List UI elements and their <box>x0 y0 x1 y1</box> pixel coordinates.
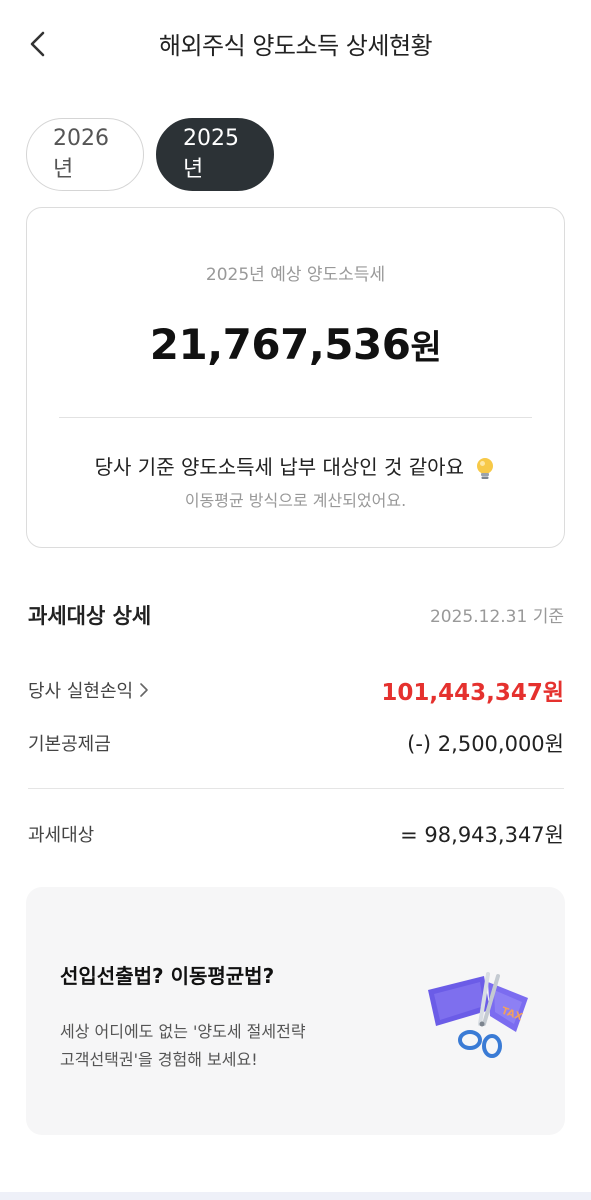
tab-2025[interactable]: 2025년 <box>156 118 274 191</box>
row-label-container: 당사 실현손익 <box>28 677 149 703</box>
reference-date: 2025.12.31 기준 <box>429 607 564 627</box>
taxable-amount-label: 과세대상 <box>28 825 95 846</box>
page-title: 해외주식 양도소득 상세현황 <box>158 32 433 60</box>
promo-description-line2: 고객선택권'을 경험해 보세요! <box>60 1050 258 1069</box>
basic-deduction-value: (-) 2,500,000원 <box>407 732 564 756</box>
chevron-right-icon <box>140 683 148 697</box>
section-title: 과세대상 상세 <box>28 604 152 628</box>
tax-amount-unit: 원 <box>410 328 442 368</box>
basic-deduction-label: 기본공제금 <box>28 734 111 755</box>
realized-pnl-label: 당사 실현손익 <box>28 681 134 702</box>
bottom-edge <box>0 1192 591 1200</box>
tab-2026[interactable]: 2026년 <box>26 118 144 191</box>
tax-amount-value: 21,767,536 <box>149 320 411 369</box>
detail-divider <box>28 788 564 789</box>
tax-summary-card: 2025년 예상 양도소득세 21,767,536원 당사 기준 양도소득세 납… <box>26 207 565 548</box>
promo-description-line1: 세상 어디에도 없는 '양도세 절세전략 <box>60 1022 306 1041</box>
tax-status-message: 당사 기준 양도소득세 납부 대상인 것 같아요 <box>27 451 564 482</box>
taxable-amount-value: = 98,943,347원 <box>400 823 564 847</box>
calculation-method-note: 이동평균 방식으로 계산되었어요. <box>184 491 407 510</box>
year-tabs: 2026년 2025년 <box>26 118 274 191</box>
lightbulb-icon <box>477 457 494 479</box>
estimated-tax-amount: 21,767,536원 <box>27 320 564 369</box>
top-bar: 해외주식 양도소득 상세현황 <box>0 0 591 90</box>
scissors-cutting-tax-bill-icon: TAX <box>428 972 528 1058</box>
page: 해외주식 양도소득 상세현황 2026년 2025년 2025년 예상 양도소득… <box>0 0 591 1200</box>
card-divider <box>59 417 532 418</box>
promo-title: 선입선출법? 이동평균법? <box>60 964 275 988</box>
realized-pnl-row[interactable]: 당사 실현손익 101,443,347원 <box>28 675 564 706</box>
promo-banner[interactable]: 선입선출법? 이동평균법? 세상 어디에도 없는 '양도세 절세전략 고객선택권… <box>26 887 565 1135</box>
realized-pnl-value: 101,443,347원 <box>381 680 564 706</box>
taxable-amount-row: 과세대상 = 98,943,347원 <box>28 819 564 849</box>
tax-status-text: 당사 기준 양도소득세 납부 대상인 것 같아요 <box>94 455 464 479</box>
basic-deduction-row: 기본공제금 (-) 2,500,000원 <box>28 728 564 758</box>
estimated-tax-label: 2025년 예상 양도소득세 <box>205 265 386 285</box>
